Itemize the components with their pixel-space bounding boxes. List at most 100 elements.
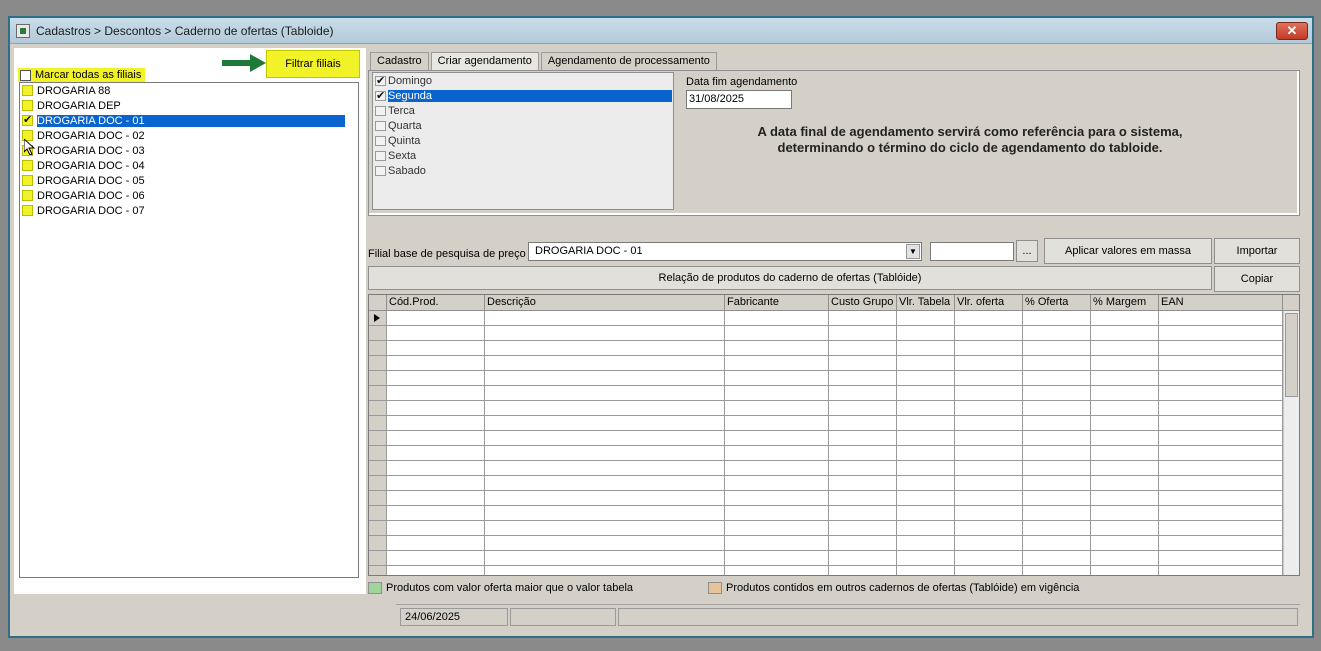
table-cell[interactable] bbox=[387, 476, 485, 490]
table-cell[interactable] bbox=[725, 356, 829, 370]
table-cell[interactable] bbox=[387, 506, 485, 520]
table-cell[interactable] bbox=[897, 536, 955, 550]
table-cell[interactable] bbox=[897, 311, 955, 325]
table-cell[interactable] bbox=[829, 416, 897, 430]
table-row[interactable] bbox=[369, 521, 1299, 536]
table-cell[interactable] bbox=[897, 416, 955, 430]
table-cell[interactable] bbox=[485, 371, 725, 385]
table-cell[interactable] bbox=[725, 386, 829, 400]
table-cell[interactable] bbox=[1159, 341, 1283, 355]
days-checklist[interactable]: Domingo Segunda Terca Quarta Quinta Sexta Saba… bbox=[372, 72, 674, 210]
table-cell[interactable] bbox=[1023, 461, 1091, 475]
marcar-todas-checkbox[interactable]: Marcar todas as filiais bbox=[18, 68, 146, 82]
filial-list-item[interactable]: DROGARIA 88 bbox=[20, 83, 358, 98]
table-cell[interactable] bbox=[1091, 431, 1159, 445]
table-cell[interactable] bbox=[1023, 401, 1091, 415]
table-cell[interactable] bbox=[725, 566, 829, 575]
table-cell[interactable] bbox=[725, 401, 829, 415]
grid-column-header[interactable]: Vlr. oferta bbox=[955, 295, 1023, 310]
table-cell[interactable] bbox=[1091, 461, 1159, 475]
table-cell[interactable] bbox=[1091, 536, 1159, 550]
table-cell[interactable] bbox=[725, 536, 829, 550]
day-item[interactable]: Segunda bbox=[373, 88, 673, 103]
table-row[interactable] bbox=[369, 431, 1299, 446]
table-cell[interactable] bbox=[387, 401, 485, 415]
table-cell[interactable] bbox=[955, 311, 1023, 325]
table-cell[interactable] bbox=[1091, 386, 1159, 400]
table-cell[interactable] bbox=[485, 551, 725, 565]
table-cell[interactable] bbox=[387, 566, 485, 575]
copiar-button[interactable]: Copiar bbox=[1214, 266, 1300, 292]
table-cell[interactable] bbox=[1159, 536, 1283, 550]
table-cell[interactable] bbox=[387, 386, 485, 400]
table-cell[interactable] bbox=[829, 461, 897, 475]
table-cell[interactable] bbox=[387, 416, 485, 430]
table-cell[interactable] bbox=[1159, 476, 1283, 490]
table-cell[interactable] bbox=[485, 431, 725, 445]
table-row[interactable] bbox=[369, 566, 1299, 575]
table-cell[interactable] bbox=[829, 491, 897, 505]
checkbox-icon[interactable] bbox=[375, 150, 386, 161]
vertical-scrollbar[interactable] bbox=[1283, 311, 1299, 575]
table-row[interactable] bbox=[369, 491, 1299, 506]
table-cell[interactable] bbox=[1159, 521, 1283, 535]
table-cell[interactable] bbox=[897, 386, 955, 400]
table-cell[interactable] bbox=[1159, 461, 1283, 475]
checkbox-icon[interactable] bbox=[22, 113, 33, 126]
table-cell[interactable] bbox=[387, 446, 485, 460]
table-cell[interactable] bbox=[829, 476, 897, 490]
chevron-down-icon[interactable]: ▼ bbox=[906, 244, 920, 259]
filial-list-item[interactable]: DROGARIA DOC - 05 bbox=[20, 173, 358, 188]
table-cell[interactable] bbox=[1091, 311, 1159, 325]
table-cell[interactable] bbox=[829, 446, 897, 460]
table-cell[interactable] bbox=[1091, 566, 1159, 575]
grid-column-header[interactable]: EAN bbox=[1159, 295, 1283, 310]
table-cell[interactable] bbox=[897, 461, 955, 475]
table-cell[interactable] bbox=[725, 341, 829, 355]
table-cell[interactable] bbox=[725, 461, 829, 475]
table-cell[interactable] bbox=[1159, 401, 1283, 415]
table-cell[interactable] bbox=[485, 416, 725, 430]
filiais-list[interactable]: DROGARIA 88 DROGARIA DEP DROGARIA DOC - 01… bbox=[19, 82, 359, 578]
table-cell[interactable] bbox=[897, 476, 955, 490]
table-cell[interactable] bbox=[897, 446, 955, 460]
table-cell[interactable] bbox=[829, 401, 897, 415]
tab-item[interactable]: Agendamento de processamento bbox=[540, 52, 717, 72]
table-cell[interactable] bbox=[1159, 551, 1283, 565]
table-cell[interactable] bbox=[485, 521, 725, 535]
table-cell[interactable] bbox=[485, 386, 725, 400]
table-row[interactable] bbox=[369, 446, 1299, 461]
table-cell[interactable] bbox=[829, 356, 897, 370]
table-cell[interactable] bbox=[1091, 491, 1159, 505]
table-cell[interactable] bbox=[1159, 311, 1283, 325]
table-cell[interactable] bbox=[387, 326, 485, 340]
checkbox-icon[interactable] bbox=[22, 190, 33, 201]
checkbox-icon[interactable] bbox=[375, 105, 386, 116]
checkbox-icon[interactable] bbox=[375, 135, 386, 146]
table-cell[interactable] bbox=[1159, 446, 1283, 460]
table-cell[interactable] bbox=[1159, 416, 1283, 430]
table-cell[interactable] bbox=[897, 521, 955, 535]
data-fim-input[interactable]: 31/08/2025 bbox=[686, 90, 792, 109]
table-cell[interactable] bbox=[829, 341, 897, 355]
table-cell[interactable] bbox=[829, 536, 897, 550]
table-cell[interactable] bbox=[1023, 356, 1091, 370]
table-cell[interactable] bbox=[1091, 326, 1159, 340]
table-cell[interactable] bbox=[955, 326, 1023, 340]
table-cell[interactable] bbox=[1023, 311, 1091, 325]
table-cell[interactable] bbox=[955, 521, 1023, 535]
table-row[interactable] bbox=[369, 386, 1299, 401]
filial-list-item[interactable]: DROGARIA DOC - 01 bbox=[20, 113, 358, 128]
table-cell[interactable] bbox=[829, 311, 897, 325]
filial-list-item[interactable]: DROGARIA DOC - 03 bbox=[20, 143, 358, 158]
table-cell[interactable] bbox=[955, 506, 1023, 520]
table-cell[interactable] bbox=[485, 446, 725, 460]
checkbox-icon[interactable] bbox=[22, 100, 33, 111]
checkbox-icon[interactable] bbox=[22, 175, 33, 186]
table-cell[interactable] bbox=[1023, 326, 1091, 340]
table-cell[interactable] bbox=[725, 311, 829, 325]
table-cell[interactable] bbox=[1091, 506, 1159, 520]
tab-item[interactable]: Cadastro bbox=[370, 52, 429, 72]
table-cell[interactable] bbox=[725, 326, 829, 340]
table-cell[interactable] bbox=[955, 566, 1023, 575]
